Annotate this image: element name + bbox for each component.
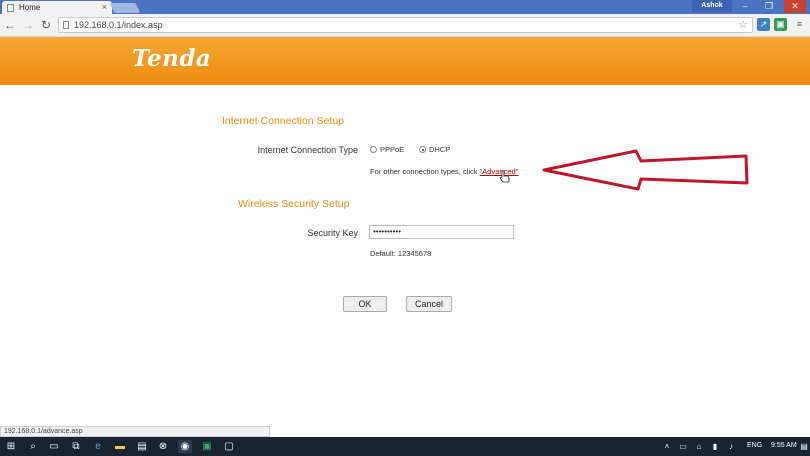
clock[interactable]: 9:55 AM <box>771 442 797 449</box>
network-icon[interactable]: ⌂ <box>692 440 706 453</box>
excel-icon[interactable]: ▣ <box>200 440 214 453</box>
pppoe-label: PPPoE <box>380 145 405 154</box>
battery-icon[interactable]: ▮ <box>708 440 722 453</box>
maximize-icon[interactable]: ❐ <box>758 0 780 13</box>
page-icon <box>7 4 14 12</box>
notification-icon[interactable]: ▭ <box>676 440 690 453</box>
radio-pppoe[interactable] <box>370 146 377 153</box>
address-bar[interactable]: 192.168.0.1/index.asp ☆ <box>58 17 753 33</box>
tab-home[interactable]: Home × <box>2 1 112 14</box>
language-indicator[interactable]: ENG <box>747 442 762 449</box>
security-key-label: Security Key <box>307 228 358 238</box>
action-center-icon[interactable]: ▤ <box>797 440 810 453</box>
chrome-icon[interactable]: ◉ <box>178 440 192 453</box>
edge-icon[interactable]: e <box>91 440 105 453</box>
minimize-icon[interactable]: – <box>734 0 756 13</box>
xbox-icon[interactable]: ⊗ <box>156 440 170 453</box>
windows-taskbar: ⊞ ⌕ ▭ ⧉ e ▬ ▤ ⊗ ◉ ▣ ▢ ˄ ▭ ⌂ ▮ ♪ ENG 9:55… <box>0 437 810 456</box>
tab-close-icon[interactable]: × <box>102 2 107 12</box>
wireless-setup-title: Wireless Security Setup <box>238 198 350 210</box>
folder-icon[interactable]: ▬ <box>113 440 127 453</box>
volume-icon[interactable]: ♪ <box>724 440 738 453</box>
store-icon[interactable]: ▤ <box>135 440 149 453</box>
app-icon[interactable]: ▢ <box>222 440 236 453</box>
security-key-input[interactable]: •••••••••• <box>369 225 514 239</box>
tenda-logo: Tenda <box>132 45 212 72</box>
status-bar-url: 192.168.0.1/advance.asp <box>0 426 270 437</box>
new-tab-button[interactable] <box>109 3 141 13</box>
extension-green-icon[interactable]: ▣ <box>774 18 787 31</box>
red-arrow-annotation <box>542 149 749 191</box>
page-info-icon[interactable] <box>63 21 69 29</box>
ok-button[interactable]: OK <box>343 296 387 312</box>
router-header-banner: Tenda <box>0 37 810 85</box>
hint-text: For other connection types, click <box>370 167 480 176</box>
internet-setup-title: Internet Connection Setup <box>222 115 345 127</box>
connection-hint: For other connection types, click "Advan… <box>370 167 518 176</box>
tab-title: Home <box>19 3 41 12</box>
tray-arrow-icon[interactable]: ˄ <box>660 440 674 453</box>
default-key-text: Default: 12345678 <box>370 249 432 258</box>
url-text: 192.168.0.1/index.asp <box>74 20 163 30</box>
user-profile-badge[interactable]: Ashok <box>692 0 732 12</box>
bookmark-star-icon[interactable]: ☆ <box>738 18 748 31</box>
reload-icon[interactable]: ↻ <box>39 17 53 33</box>
back-icon[interactable]: ← <box>3 17 17 33</box>
explorer-icon[interactable]: ⧉ <box>69 440 83 453</box>
browser-titlebar: Home × Ashok – ❐ ✕ <box>0 0 810 14</box>
cancel-button[interactable]: Cancel <box>406 296 452 312</box>
chrome-menu-icon[interactable]: ≡ <box>793 18 806 31</box>
browser-toolbar: ← → ↻ 192.168.0.1/index.asp ☆ ↗ ▣ ≡ <box>0 14 810 37</box>
hand-cursor-icon <box>499 170 510 183</box>
connection-type-label: Internet Connection Type <box>257 145 358 155</box>
search-icon[interactable]: ⌕ <box>26 440 40 453</box>
dhcp-label: DHCP <box>429 145 451 154</box>
forward-icon[interactable]: → <box>21 17 35 33</box>
windows-start-icon[interactable]: ⊞ <box>4 440 18 453</box>
extension-chart-icon[interactable]: ↗ <box>757 18 770 31</box>
radio-dhcp[interactable] <box>419 146 426 153</box>
close-window-icon[interactable]: ✕ <box>784 0 806 13</box>
task-view-icon[interactable]: ▭ <box>47 440 61 453</box>
